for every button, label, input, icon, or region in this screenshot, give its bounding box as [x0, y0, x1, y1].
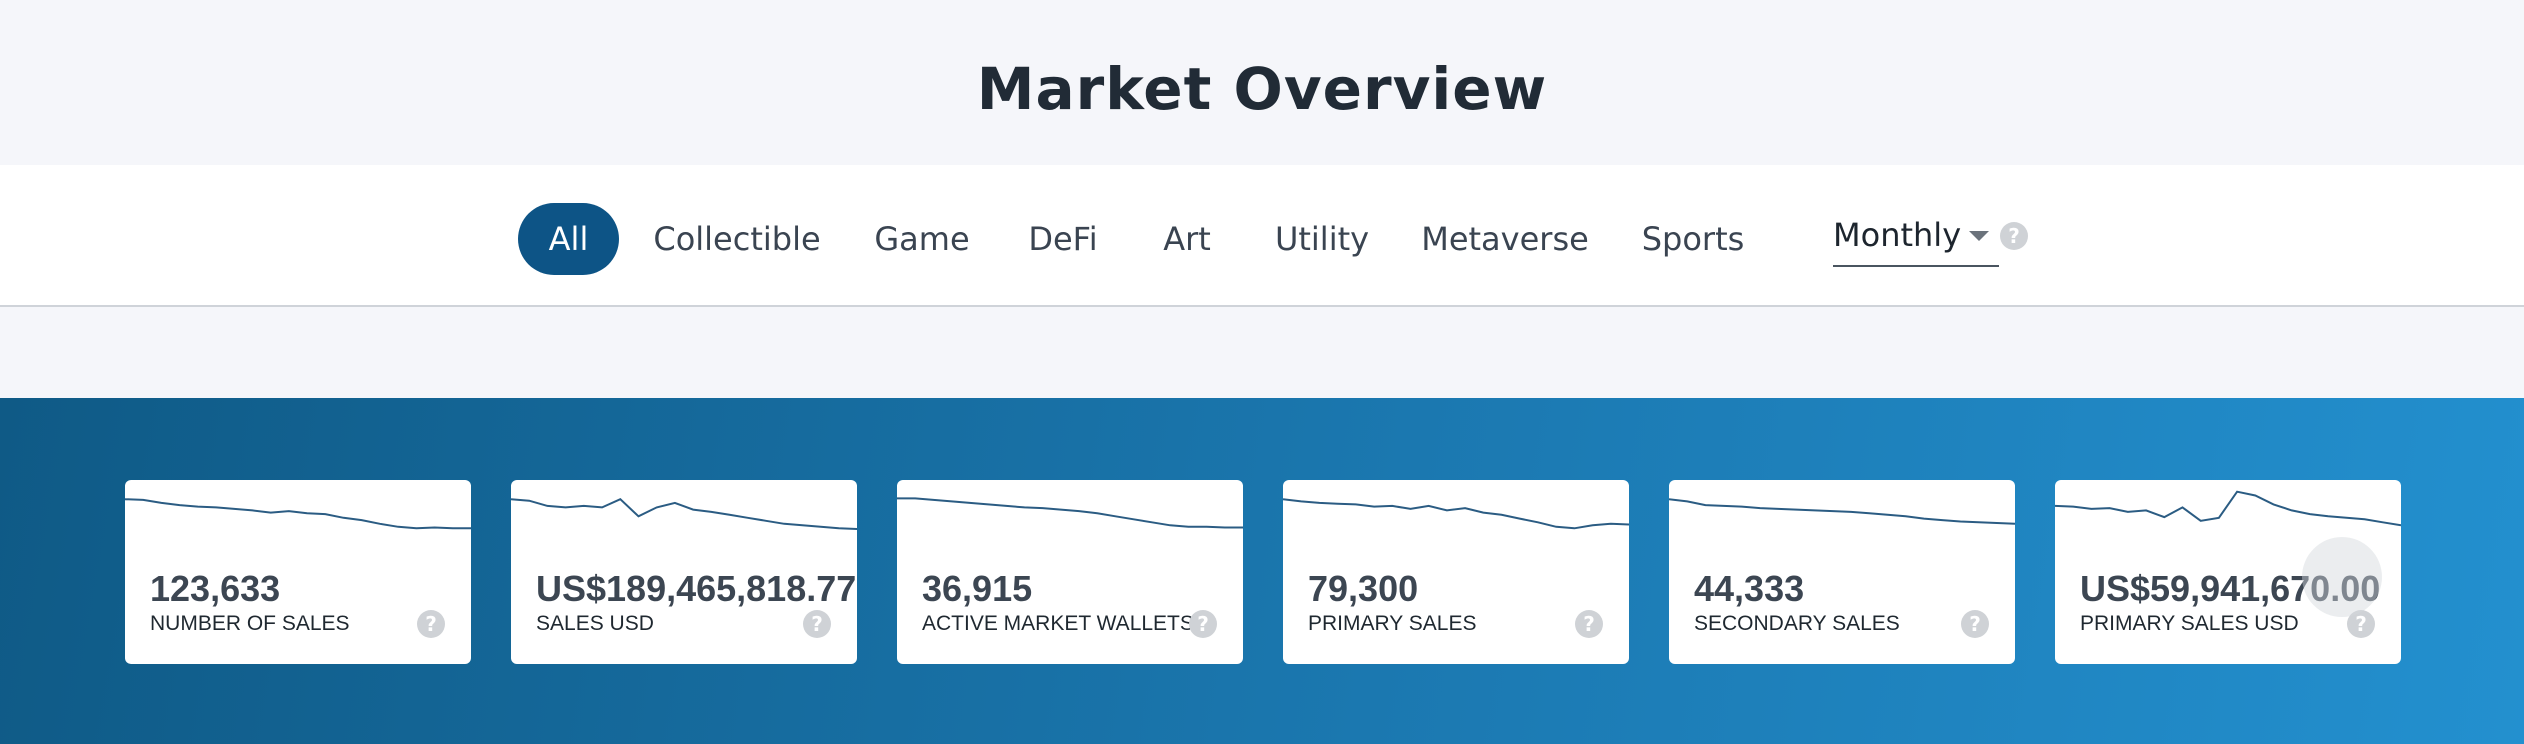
metric-card-sales-usd[interactable]: US$189,465,818.77 SALES USD ?: [511, 480, 857, 664]
metric-value: 36,915: [922, 568, 1033, 609]
spacer: [0, 307, 2524, 398]
metric-value: 123,633: [150, 568, 281, 609]
tab-metaverse[interactable]: Metaverse: [1420, 203, 1590, 275]
period-select[interactable]: Monthly: [1833, 205, 1999, 267]
metric-card-primary-sales[interactable]: 79,300 PRIMARY SALES ?: [1283, 480, 1629, 664]
tab-collectible[interactable]: Collectible: [646, 203, 828, 275]
help-icon[interactable]: ?: [1961, 610, 1989, 638]
help-icon[interactable]: ?: [2347, 610, 2375, 638]
help-icon[interactable]: ?: [417, 610, 445, 638]
page-title: Market Overview: [976, 54, 1548, 123]
metric-card-secondary-sales[interactable]: 44,333 SECONDARY SALES ?: [1669, 480, 2015, 664]
title-band: Market Overview: [0, 0, 2524, 165]
metric-label: SALES USD: [536, 612, 654, 635]
metric-value: US$59,941,670.00: [2080, 568, 2381, 609]
metric-card-number-of-sales[interactable]: 123,633 NUMBER OF SALES ?: [125, 480, 471, 664]
metric-card-primary-sales-usd[interactable]: US$59,941,670.00 PRIMARY SALES USD ?: [2055, 480, 2401, 664]
metric-label: ACTIVE MARKET WALLETS: [922, 612, 1194, 635]
tab-game[interactable]: Game: [866, 203, 978, 275]
metric-value: 44,333: [1694, 568, 1805, 609]
sparkline-number-of-sales: [125, 498, 471, 530]
period-select-value: Monthly: [1833, 216, 1962, 254]
caret-down-icon: [1969, 231, 1989, 241]
help-icon[interactable]: ?: [803, 610, 831, 638]
sparkline-active-market-wallets: [897, 497, 1243, 529]
help-icon[interactable]: ?: [1575, 610, 1603, 638]
metric-value: US$189,465,818.77: [536, 568, 857, 609]
metric-label: NUMBER OF SALES: [150, 612, 350, 635]
sparkline-sales-usd: [511, 498, 857, 530]
sparkline-primary-sales-usd: [2055, 490, 2401, 527]
metric-label: PRIMARY SALES: [1308, 612, 1477, 635]
tab-sports[interactable]: Sports: [1628, 203, 1758, 275]
help-icon[interactable]: ?: [1189, 610, 1217, 638]
tab-defi[interactable]: DeFi: [1016, 203, 1110, 275]
period-help-icon[interactable]: ?: [2000, 222, 2028, 250]
tab-all[interactable]: All: [518, 203, 619, 275]
metric-label: PRIMARY SALES USD: [2080, 612, 2299, 635]
metrics-banner: 123,633 NUMBER OF SALES ? US$189,465,818…: [0, 398, 2524, 744]
sparkline-primary-sales: [1283, 498, 1629, 530]
metric-label: SECONDARY SALES: [1694, 612, 1900, 635]
category-filter-bar: All Collectible Game DeFi Art Utility Me…: [0, 165, 2524, 307]
tab-art[interactable]: Art: [1150, 203, 1224, 275]
tab-utility[interactable]: Utility: [1264, 203, 1380, 275]
metric-card-active-market-wallets[interactable]: 36,915 ACTIVE MARKET WALLETS ?: [897, 480, 1243, 664]
sparkline-secondary-sales: [1669, 498, 2015, 525]
metric-value: 79,300: [1308, 568, 1419, 609]
